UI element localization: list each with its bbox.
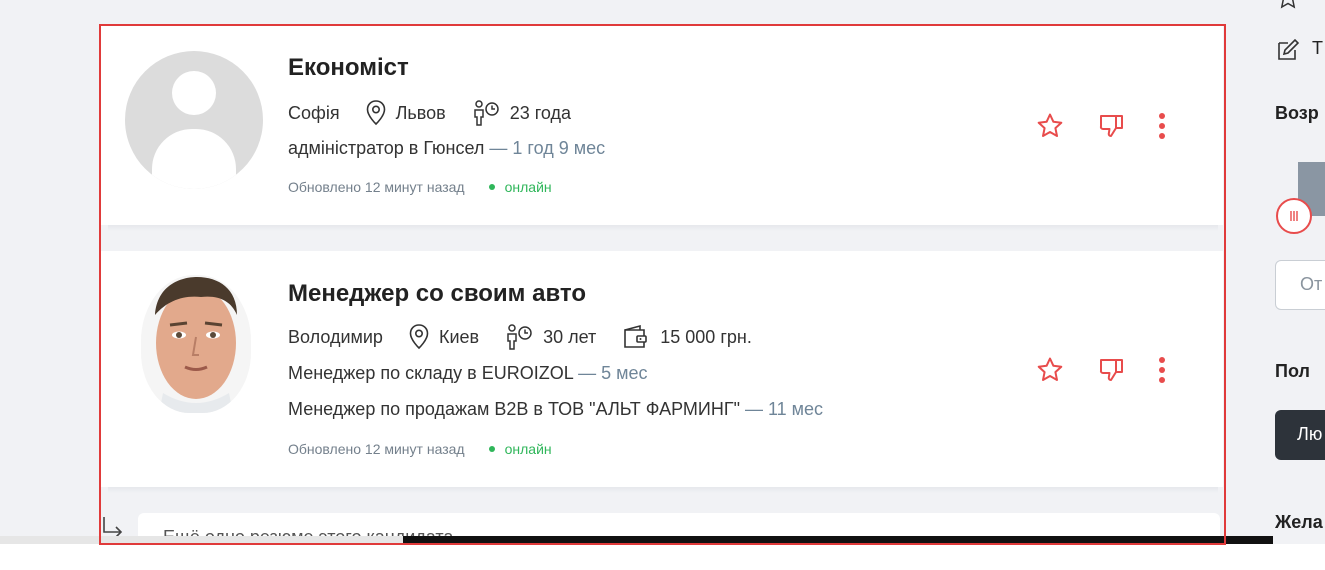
candidate-city: Киев <box>409 324 479 350</box>
update-status: Обновлено 12 минут назад онлайн <box>288 441 552 457</box>
experience-position: Менеджер по продажам B2B в ТОВ "АЛЬТ ФАР… <box>288 399 740 419</box>
city-label: Львов <box>395 102 446 123</box>
card-shadow <box>108 487 1218 493</box>
dislike-icon[interactable] <box>1097 111 1127 141</box>
card-actions <box>1035 111 1177 141</box>
candidate-card[interactable]: Економіст Софія Львов 23 года адміністра… <box>101 26 1223 225</box>
experience-line: Менеджер по продажам B2B в ТОВ "АЛЬТ ФАР… <box>288 399 823 420</box>
scrollbar-thumb[interactable] <box>403 536 1273 544</box>
candidate-name: Володимир <box>288 326 383 347</box>
candidate-title[interactable]: Економіст <box>288 54 409 82</box>
candidate-meta: Володимир Киев 30 лет 15 000 грн. <box>288 324 778 350</box>
star-icon[interactable] <box>1035 355 1065 385</box>
star-outline-icon[interactable] <box>1276 0 1300 10</box>
experience-line: Менеджер по складу в EUROIZOL — 5 мес <box>288 363 648 384</box>
wish-heading: Жела <box>1275 512 1323 532</box>
updated-time: Обновлено 12 минут назад <box>288 179 465 195</box>
online-status: онлайн <box>488 441 552 457</box>
scrollbar-track[interactable] <box>0 536 403 544</box>
experience-duration: — 11 мес <box>739 399 824 419</box>
age-slider-handle[interactable] <box>1276 198 1312 234</box>
experience-duration: — 1 год 9 мес <box>484 138 606 158</box>
edit-icon[interactable] <box>1275 37 1301 63</box>
city-label: Киев <box>438 326 480 347</box>
age-icon <box>507 324 532 350</box>
experience-duration: — 5 мес <box>573 363 648 383</box>
candidate-name: Софія <box>288 102 340 123</box>
salary-label: 15 000 грн. <box>660 326 752 347</box>
sidebar-item-top[interactable]: Т <box>1312 38 1323 59</box>
updated-time: Обновлено 12 минут назад <box>288 441 465 457</box>
candidate-city: Львов <box>366 100 446 126</box>
age-heading: Возр <box>1275 103 1319 123</box>
update-status: Обновлено 12 минут назад онлайн <box>288 179 552 195</box>
filters-sidebar: Т Возр От Пол Лю Жела <box>1262 0 1325 570</box>
avatar-placeholder <box>125 51 263 189</box>
star-icon[interactable] <box>1035 111 1065 141</box>
experience-position: Менеджер по складу в EUROIZOL <box>288 363 574 383</box>
experience-line: адміністратор в Гюнсел — 1 год 9 мес <box>288 138 605 159</box>
gender-any-label: Лю <box>1297 424 1323 444</box>
card-actions <box>1035 355 1177 385</box>
age-from-placeholder: От <box>1300 274 1323 294</box>
candidate-age: 30 лет <box>505 324 596 350</box>
page-bottom <box>0 544 1325 570</box>
more-icon[interactable] <box>1147 111 1177 141</box>
candidate-salary: 15 000 грн. <box>622 324 752 350</box>
online-status: онлайн <box>488 179 552 195</box>
age-label: 30 лет <box>543 326 597 347</box>
location-icon <box>366 100 385 126</box>
card-shadow <box>108 225 1218 231</box>
location-icon <box>409 324 429 350</box>
candidate-title[interactable]: Менеджер со своим авто <box>288 280 586 308</box>
gender-heading: Пол <box>1275 361 1310 381</box>
age-from-input[interactable]: От <box>1275 260 1325 310</box>
age-label: 23 года <box>509 102 572 123</box>
avatar-photo <box>141 275 251 413</box>
more-icon[interactable] <box>1147 355 1177 385</box>
candidate-age: 23 года <box>472 100 571 126</box>
candidate-card[interactable]: Менеджер со своим авто Володимир Киев 30… <box>101 251 1223 487</box>
dislike-icon[interactable] <box>1097 355 1127 385</box>
experience-position: адміністратор в Гюнсел <box>288 138 485 158</box>
age-icon <box>473 100 499 126</box>
gender-any-button[interactable]: Лю <box>1275 410 1325 460</box>
candidate-meta: Софія Львов 23 года <box>288 100 597 126</box>
wallet-icon <box>624 324 648 348</box>
